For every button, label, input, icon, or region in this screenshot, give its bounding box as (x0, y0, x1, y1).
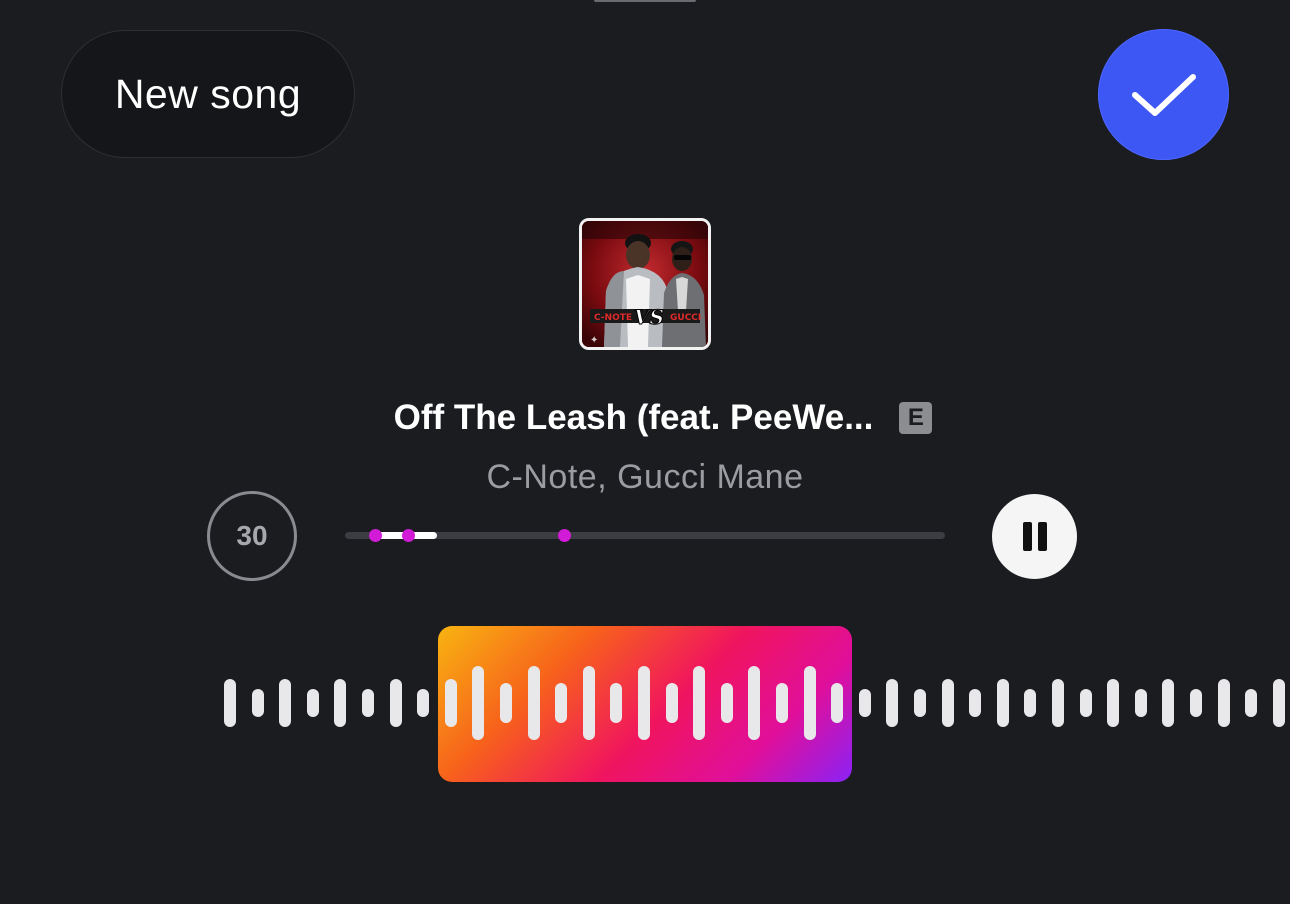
svg-text:GUCCI: GUCCI (670, 313, 701, 323)
waveform-bar (969, 689, 981, 717)
waveform-bar (555, 683, 567, 723)
waveform-bar (224, 679, 236, 727)
explicit-badge: E (899, 402, 933, 434)
artist-name: C-Note, Gucci Mane (486, 458, 804, 496)
svg-text:✦: ✦ (590, 335, 598, 346)
waveform-bar (1190, 689, 1202, 717)
svg-text:C-NOTE: C-NOTE (594, 313, 632, 323)
clip-duration-label: 30 (236, 520, 268, 551)
waveform-bar (390, 679, 402, 727)
waveform-bar (831, 683, 843, 723)
waveform-bar (1162, 679, 1174, 727)
clip-duration-button[interactable]: 30 (207, 491, 297, 581)
waveform-bar (666, 683, 678, 723)
waveform-bar (334, 679, 346, 727)
waveform-bar (1052, 679, 1064, 727)
waveform-bar (804, 666, 816, 740)
album-art: C-NOTE GUCCI VS ✦ (579, 218, 711, 350)
waveform-bar (859, 689, 871, 717)
music-clip-selector: New song C-NOTE GUCCI VS ✦ Off The Leash… (0, 0, 1290, 904)
waveform-bar (693, 666, 705, 740)
waveform-bar (472, 666, 484, 740)
waveform-bar (279, 679, 291, 727)
playback-progress-track[interactable] (345, 529, 945, 542)
sheet-grab-handle[interactable] (594, 0, 696, 2)
waveform-bar (886, 679, 898, 727)
waveform-bar (610, 683, 622, 723)
waveform-bar (1218, 679, 1230, 727)
album-cover-image: C-NOTE GUCCI VS ✦ (582, 221, 708, 347)
done-button[interactable] (1098, 29, 1229, 160)
waveform-bar (500, 683, 512, 723)
waveform-bar (1024, 689, 1036, 717)
waveform-bar (445, 679, 457, 727)
clip-marker (402, 529, 415, 542)
waveform-bar (1107, 679, 1119, 727)
waveform-bar (638, 666, 650, 740)
audio-waveform[interactable] (0, 620, 1290, 790)
waveform-bar (528, 666, 540, 740)
waveform-bar (252, 689, 264, 717)
waveform-bar (307, 689, 319, 717)
waveform-bar (1080, 689, 1092, 717)
pause-icon (1020, 522, 1050, 551)
song-title-row: Off The Leash (feat. PeeWe... E (0, 390, 1290, 446)
waveform-bar (1273, 679, 1285, 727)
waveform-bar (942, 679, 954, 727)
waveform-bar (1245, 689, 1257, 717)
clip-marker (369, 529, 382, 542)
waveform-bar (997, 679, 1009, 727)
song-title: Off The Leash (feat. PeeWe... (393, 398, 874, 437)
waveform-bar (362, 689, 374, 717)
svg-text:VS: VS (634, 305, 664, 329)
new-song-button[interactable]: New song (61, 30, 355, 158)
waveform-bar (417, 689, 429, 717)
new-song-label: New song (114, 70, 302, 117)
clip-marker (558, 529, 571, 542)
waveform-bar (914, 689, 926, 717)
waveform-bar (776, 683, 788, 723)
checkmark-icon (1131, 73, 1196, 116)
waveform-bar (721, 683, 733, 723)
waveform-bar (1135, 689, 1147, 717)
waveform-bar (583, 666, 595, 740)
waveform-bar (748, 666, 760, 740)
pause-button[interactable] (992, 494, 1077, 579)
